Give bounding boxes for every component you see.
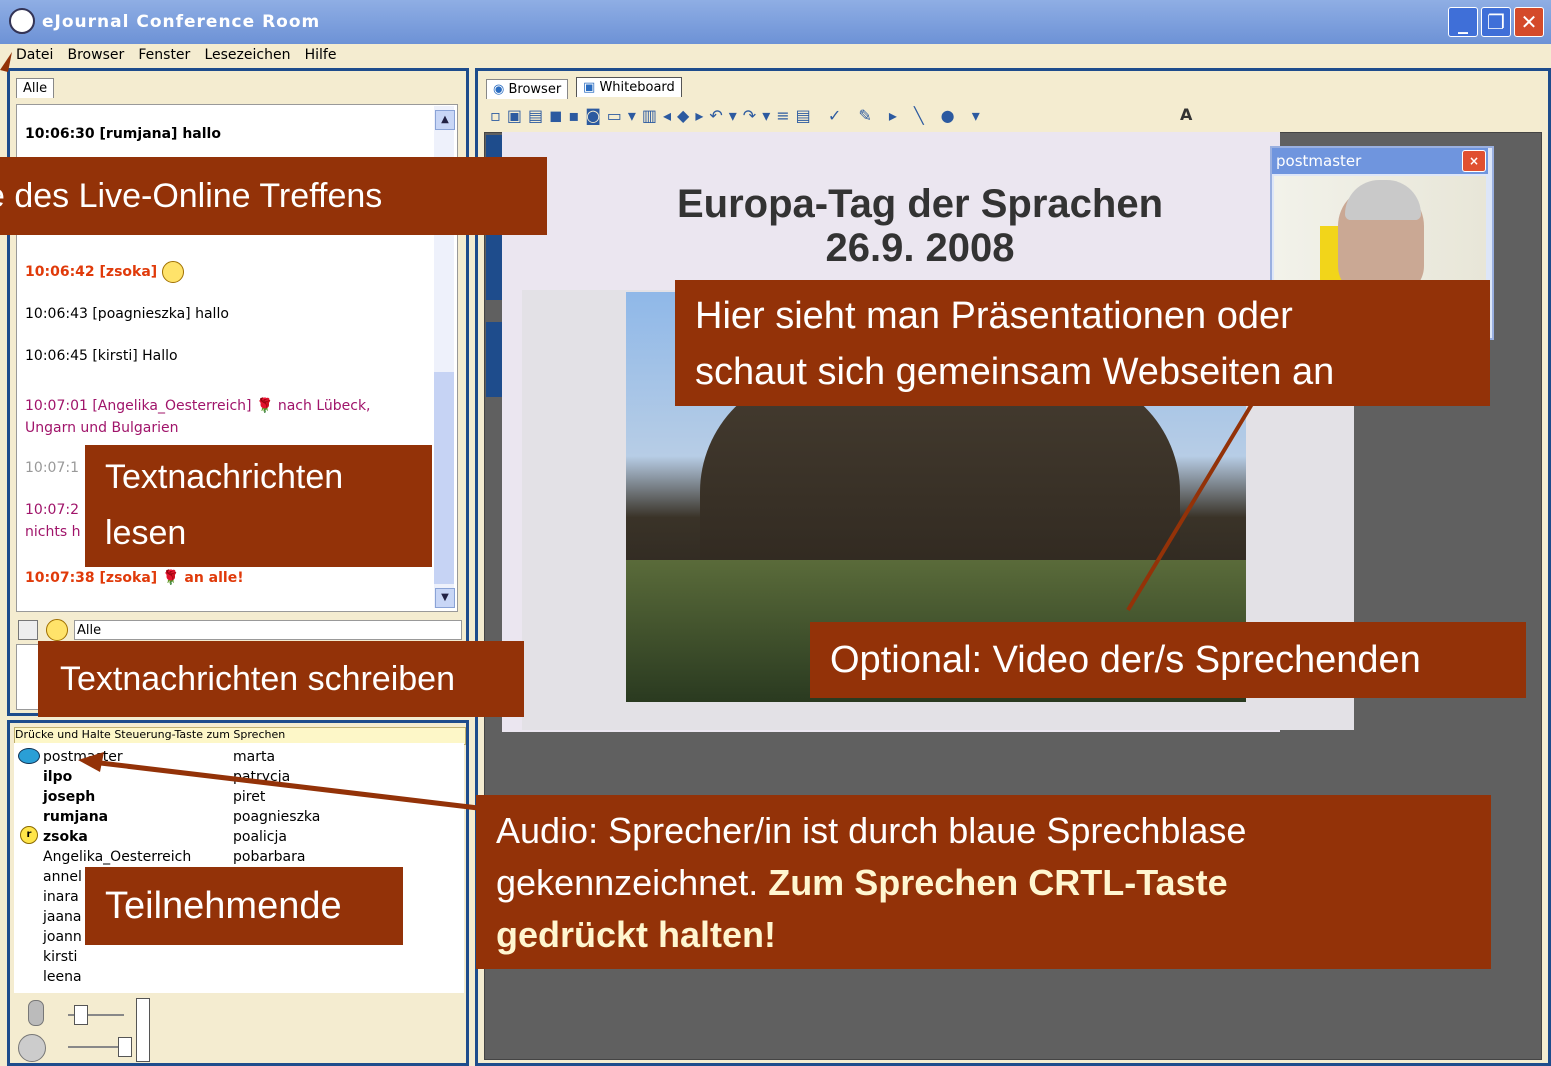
chat-message: 10:07:38 [zsoka] 🌹 an alle! — [25, 570, 244, 586]
mic-slider-knob[interactable] — [74, 1005, 88, 1025]
tab-alle[interactable]: Alle — [16, 78, 55, 98]
emoticon-icon[interactable] — [46, 619, 68, 641]
raised-hand-icon: r — [20, 826, 38, 844]
minimize-button[interactable]: _ — [1448, 7, 1478, 37]
speaker-slider-knob[interactable] — [118, 1037, 132, 1057]
participant[interactable]: marta — [233, 747, 275, 767]
chat-message: 10:06:30 [rumjana] hallo — [25, 126, 221, 142]
smiley-icon — [162, 261, 185, 283]
volume-meter — [136, 998, 150, 1062]
recipient-select[interactable]: Alle — [74, 620, 462, 640]
speaker-slider-track[interactable] — [68, 1046, 124, 1048]
scroll-down-icon[interactable]: ▼ — [435, 588, 455, 608]
scroll-up-icon[interactable]: ▲ — [435, 110, 455, 130]
slide-bar — [486, 322, 502, 397]
callout-participants: Teilnehmende — [85, 867, 403, 945]
browser-icon: ◉ — [493, 82, 505, 97]
title-bar: eJournal Conference Room _ ❐ ✕ — [0, 0, 1551, 44]
chat-message: 10:06:42 [zsoka] — [25, 261, 185, 283]
close-button[interactable]: ✕ — [1514, 7, 1544, 37]
text-tool-icon[interactable]: A — [1180, 105, 1192, 124]
participant[interactable]: pobarbara — [233, 847, 305, 867]
chat-message: 10:07:1 — [25, 460, 79, 476]
menu-hilfe[interactable]: Hilfe — [305, 44, 337, 66]
tab-whiteboard[interactable]: ▣ Whiteboard — [576, 77, 682, 97]
participant[interactable]: Angelika_Oesterreich — [43, 847, 191, 867]
rose-icon: 🌹 — [255, 398, 274, 414]
microphone-icon — [28, 1000, 44, 1026]
window-title: eJournal Conference Room — [42, 12, 321, 32]
participant[interactable]: piret — [233, 787, 265, 807]
format-icon[interactable] — [18, 620, 38, 640]
participant[interactable]: kirsti — [43, 947, 77, 967]
chat-message: 10:06:45 [kirsti] Hallo — [25, 348, 178, 364]
participant[interactable]: rumjana — [43, 807, 108, 827]
maximize-button[interactable]: ❐ — [1481, 7, 1511, 37]
participant[interactable]: patrycja — [233, 767, 290, 787]
callout-presentations: Hier sieht man Präsentationen oder schaut… — [675, 280, 1490, 406]
menu-lesezeichen[interactable]: Lesezeichen — [204, 44, 290, 66]
participant[interactable]: joseph — [43, 787, 95, 807]
participant[interactable]: poalicja — [233, 827, 287, 847]
chat-scroll-thumb[interactable] — [434, 372, 454, 584]
menu-browser[interactable]: Browser — [68, 44, 125, 66]
callout-read-messages: Textnachrichten lesen — [85, 445, 432, 567]
callout-meeting: e des Live-Online Treffens — [0, 157, 547, 235]
chat-message: 10:07:01 [Angelika_Oesterreich] 🌹 nach L… — [25, 398, 371, 436]
participant[interactable]: joann — [43, 927, 82, 947]
whiteboard-icon: ▣ — [583, 80, 596, 95]
slide-title: Europa-Tag der Sprachen 26.9. 2008 — [676, 182, 1163, 270]
toolbar-icons[interactable]: ▫▣▤◼▪◙▭▾▥◂◆▸↶▾↷▾≡▤ ✓ ✎ ▸ ╲ ● ▾ — [490, 106, 986, 125]
chat-message: 10:06:43 [poagnieszka] hallo — [25, 306, 229, 322]
app-logo-icon — [9, 8, 35, 34]
participant[interactable]: annel — [43, 867, 82, 887]
callout-video: Optional: Video der/s Sprechenden — [810, 622, 1526, 698]
speech-bubble-icon — [18, 748, 40, 764]
chat-message: 10:07:2 nichts h — [25, 502, 81, 540]
video-title: postmaster — [1272, 148, 1488, 174]
whiteboard-toolbar: ▫▣▤◼▪◙▭▾▥◂◆▸↶▾↷▾≡▤ ✓ ✎ ▸ ╲ ● ▾ A — [484, 102, 1544, 130]
menu-bar: Datei Browser Fenster Lesezeichen Hilfe — [0, 44, 1551, 68]
participant[interactable]: poagnieszka — [233, 807, 320, 827]
participant[interactable]: jaana — [43, 907, 82, 927]
participant[interactable]: leena — [43, 967, 82, 987]
participant[interactable]: postmaster — [43, 747, 123, 767]
participant[interactable]: inara — [43, 887, 79, 907]
rose-icon: 🌹 — [162, 570, 180, 586]
participant[interactable]: ilpo — [43, 767, 72, 787]
speaker-icon — [18, 1034, 46, 1062]
video-close-button[interactable]: × — [1462, 150, 1486, 172]
participant[interactable]: zsoka — [43, 827, 88, 847]
menu-fenster[interactable]: Fenster — [138, 44, 190, 66]
menu-datei[interactable]: Datei — [16, 44, 53, 66]
callout-write-messages: Textnachrichten schreiben — [38, 641, 524, 717]
callout-audio: Audio: Sprecher/in ist durch blaue Sprec… — [476, 795, 1491, 969]
tab-browser[interactable]: ◉ Browser — [486, 79, 569, 99]
